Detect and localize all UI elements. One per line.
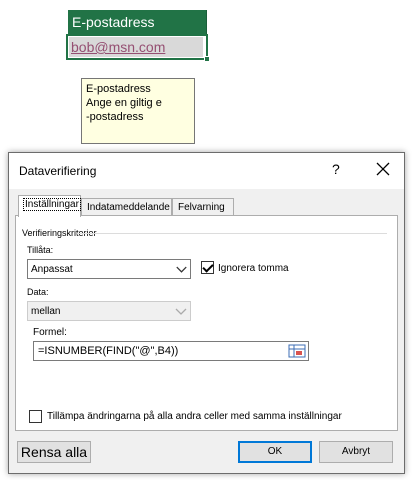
data-label: Data: [27,287,49,297]
allow-dropdown-value: Anpassat [31,264,73,275]
formula-input-value: =ISNUMBER(FIND("@",B4)) [38,345,179,357]
help-button[interactable]: ? [332,161,340,177]
dialog-title: Dataverifiering [19,164,97,178]
allow-label: Tillåta: [27,245,54,255]
tooltip-line-2: -postadress [86,111,144,123]
tab-strip: Inställningar Indatameddelande Felvarnin… [9,195,404,217]
allow-dropdown[interactable]: Anpassat [27,259,191,279]
apply-all-checkbox[interactable] [29,410,42,423]
tab-input-message[interactable]: Indatameddelande [81,198,172,216]
close-icon[interactable] [373,159,393,179]
chevron-down-icon [172,260,187,278]
data-dropdown-value: mellan [31,306,61,317]
formula-label: Formel: [33,327,67,338]
input-message-tooltip: E-postadress Ange en giltig e -postadres… [81,78,195,144]
tab-settings[interactable]: Inställningar [18,195,81,217]
formula-input[interactable]: =ISNUMBER(FIND("@",B4)) [33,341,309,361]
header-cell-email[interactable]: E-postadress [68,10,207,34]
range-select-icon[interactable] [287,342,307,360]
selected-cell[interactable]: bob@msn.com [66,34,210,62]
group-divider [77,233,387,234]
cancel-button[interactable]: Avbryt [319,441,393,463]
clear-all-button[interactable]: Rensa alla [17,441,91,463]
settings-panel [15,215,398,431]
data-validation-dialog: Dataverifiering ? Inställningar Indatame… [8,152,405,474]
ok-button[interactable]: OK [238,441,312,463]
tooltip-line-1: Ange en giltig e [86,97,162,109]
chevron-down-icon [175,308,187,315]
ignore-blank-checkbox[interactable] [201,261,214,274]
selected-cell-value: bob@msn.com [69,37,203,57]
data-dropdown[interactable]: mellan [27,301,191,321]
dialog-titlebar[interactable]: Dataverifiering ? [9,153,404,189]
tab-error-alert[interactable]: Felvarning [172,198,234,216]
fill-handle[interactable] [204,56,210,62]
tooltip-title: E-postadress [86,83,151,95]
apply-all-label: Tillämpa ändringarna på alla andra celle… [47,411,342,422]
ignore-blank-label: Ignorera tomma [218,263,289,274]
